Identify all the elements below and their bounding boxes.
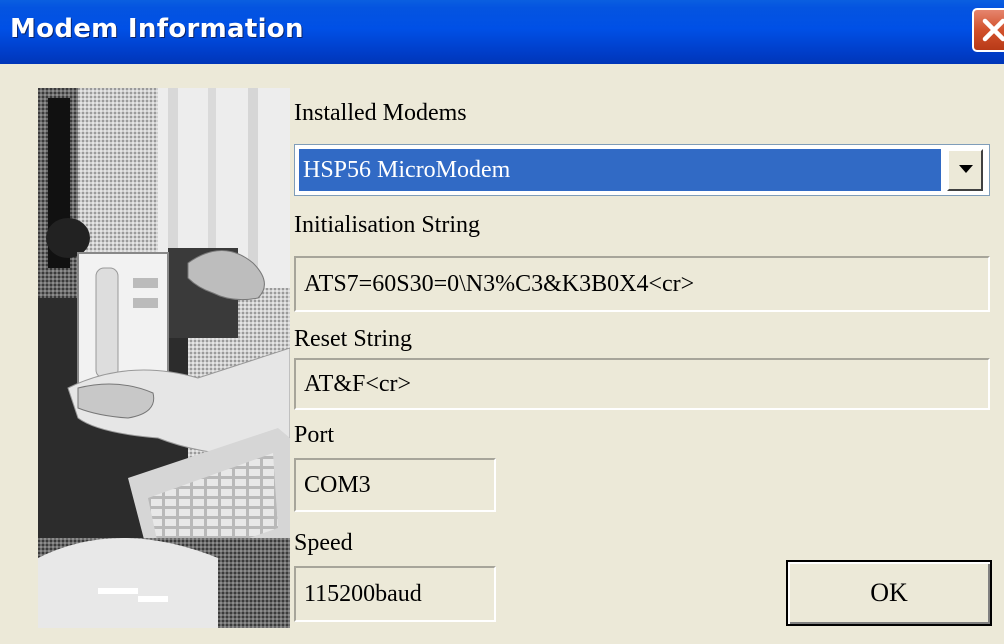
title-bar[interactable]: Modem Information [0, 0, 1004, 64]
speed-field[interactable]: 115200baud [294, 566, 496, 622]
window-title: Modem Information [10, 14, 304, 44]
port-label: Port [294, 422, 335, 448]
chevron-down-icon [959, 165, 973, 173]
close-button[interactable] [972, 8, 1004, 52]
installed-modems-dropdown[interactable]: HSP56 MicroModem [294, 144, 990, 196]
dropdown-button[interactable] [947, 149, 983, 191]
speed-label: Speed [294, 530, 353, 556]
installed-modems-selected[interactable]: HSP56 MicroModem [299, 149, 941, 191]
reset-string-field[interactable]: AT&F<cr> [294, 358, 990, 410]
port-field[interactable]: COM3 [294, 458, 496, 512]
initialisation-string-field[interactable]: ATS7=60S30=0\N3%C3&K3B0X4<cr> [294, 256, 990, 312]
modem-photo [38, 88, 290, 628]
initialisation-string-label: Initialisation String [294, 212, 480, 238]
ok-button[interactable]: OK [786, 560, 992, 626]
reset-string-label: Reset String [294, 326, 412, 352]
close-icon [982, 18, 1004, 42]
installed-modems-label: Installed Modems [294, 100, 467, 126]
